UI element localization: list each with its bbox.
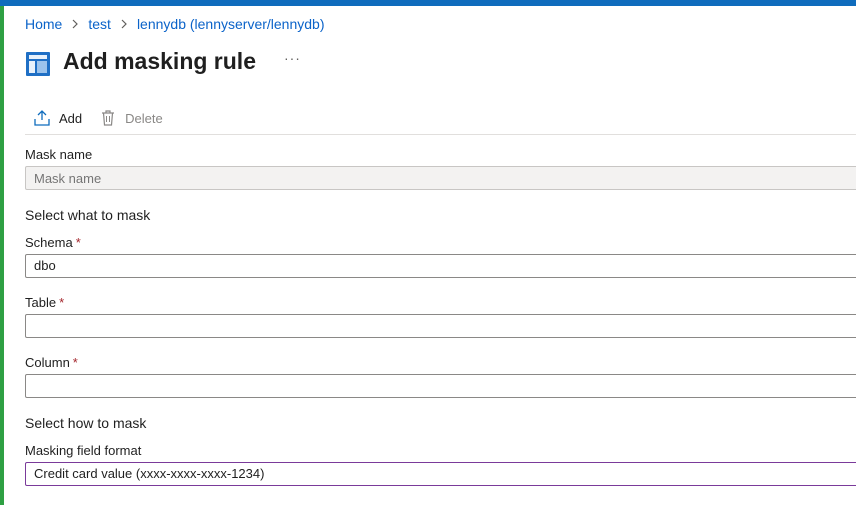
breadcrumb-home[interactable]: Home (25, 16, 62, 32)
table-label: Table * (25, 295, 64, 310)
column-field[interactable] (25, 374, 856, 398)
table-field[interactable] (25, 314, 856, 338)
schema-label-text: Schema (25, 235, 73, 250)
delete-button-label: Delete (125, 110, 163, 126)
chevron-right-icon (120, 19, 128, 29)
mask-name-label: Mask name (25, 147, 93, 162)
toolbar-divider (25, 134, 856, 135)
add-button-label: Add (59, 110, 83, 126)
section-how-to-mask: Select how to mask (25, 415, 147, 431)
page-header: Add masking rule ··· (25, 43, 301, 79)
schema-label: Schema * (25, 235, 81, 250)
mask-name-input[interactable] (25, 166, 856, 190)
column-label-text: Column (25, 355, 70, 370)
table-label-text: Table (25, 295, 57, 310)
chevron-right-icon (71, 19, 79, 29)
trash-icon (99, 109, 117, 127)
delete-button[interactable]: Delete (99, 109, 163, 127)
breadcrumb-database[interactable]: lennydb (lennyserver/lennydb) (137, 16, 325, 32)
required-marker: * (72, 355, 78, 370)
top-accent-bar (0, 0, 856, 6)
more-options-button[interactable]: ··· (284, 50, 301, 66)
masking-format-select[interactable]: Credit card value (xxxx-xxxx-xxxx-1234) (25, 462, 856, 486)
page-title: Add masking rule (63, 47, 256, 74)
left-accent-bar (0, 6, 4, 505)
required-marker: * (75, 235, 81, 250)
add-button[interactable]: Add (25, 109, 82, 127)
masking-format-label: Masking field format (25, 443, 142, 458)
required-marker: * (59, 295, 65, 310)
command-bar: Add Delete (25, 104, 180, 132)
breadcrumb-test[interactable]: test (88, 16, 111, 32)
table-icon (25, 51, 51, 77)
breadcrumb: Home test lennydb (lennyserver/lennydb) (25, 14, 325, 34)
section-what-to-mask: Select what to mask (25, 207, 151, 223)
schema-field[interactable]: dbo (25, 254, 856, 278)
column-label: Column * (25, 355, 78, 370)
upload-icon (33, 109, 51, 127)
